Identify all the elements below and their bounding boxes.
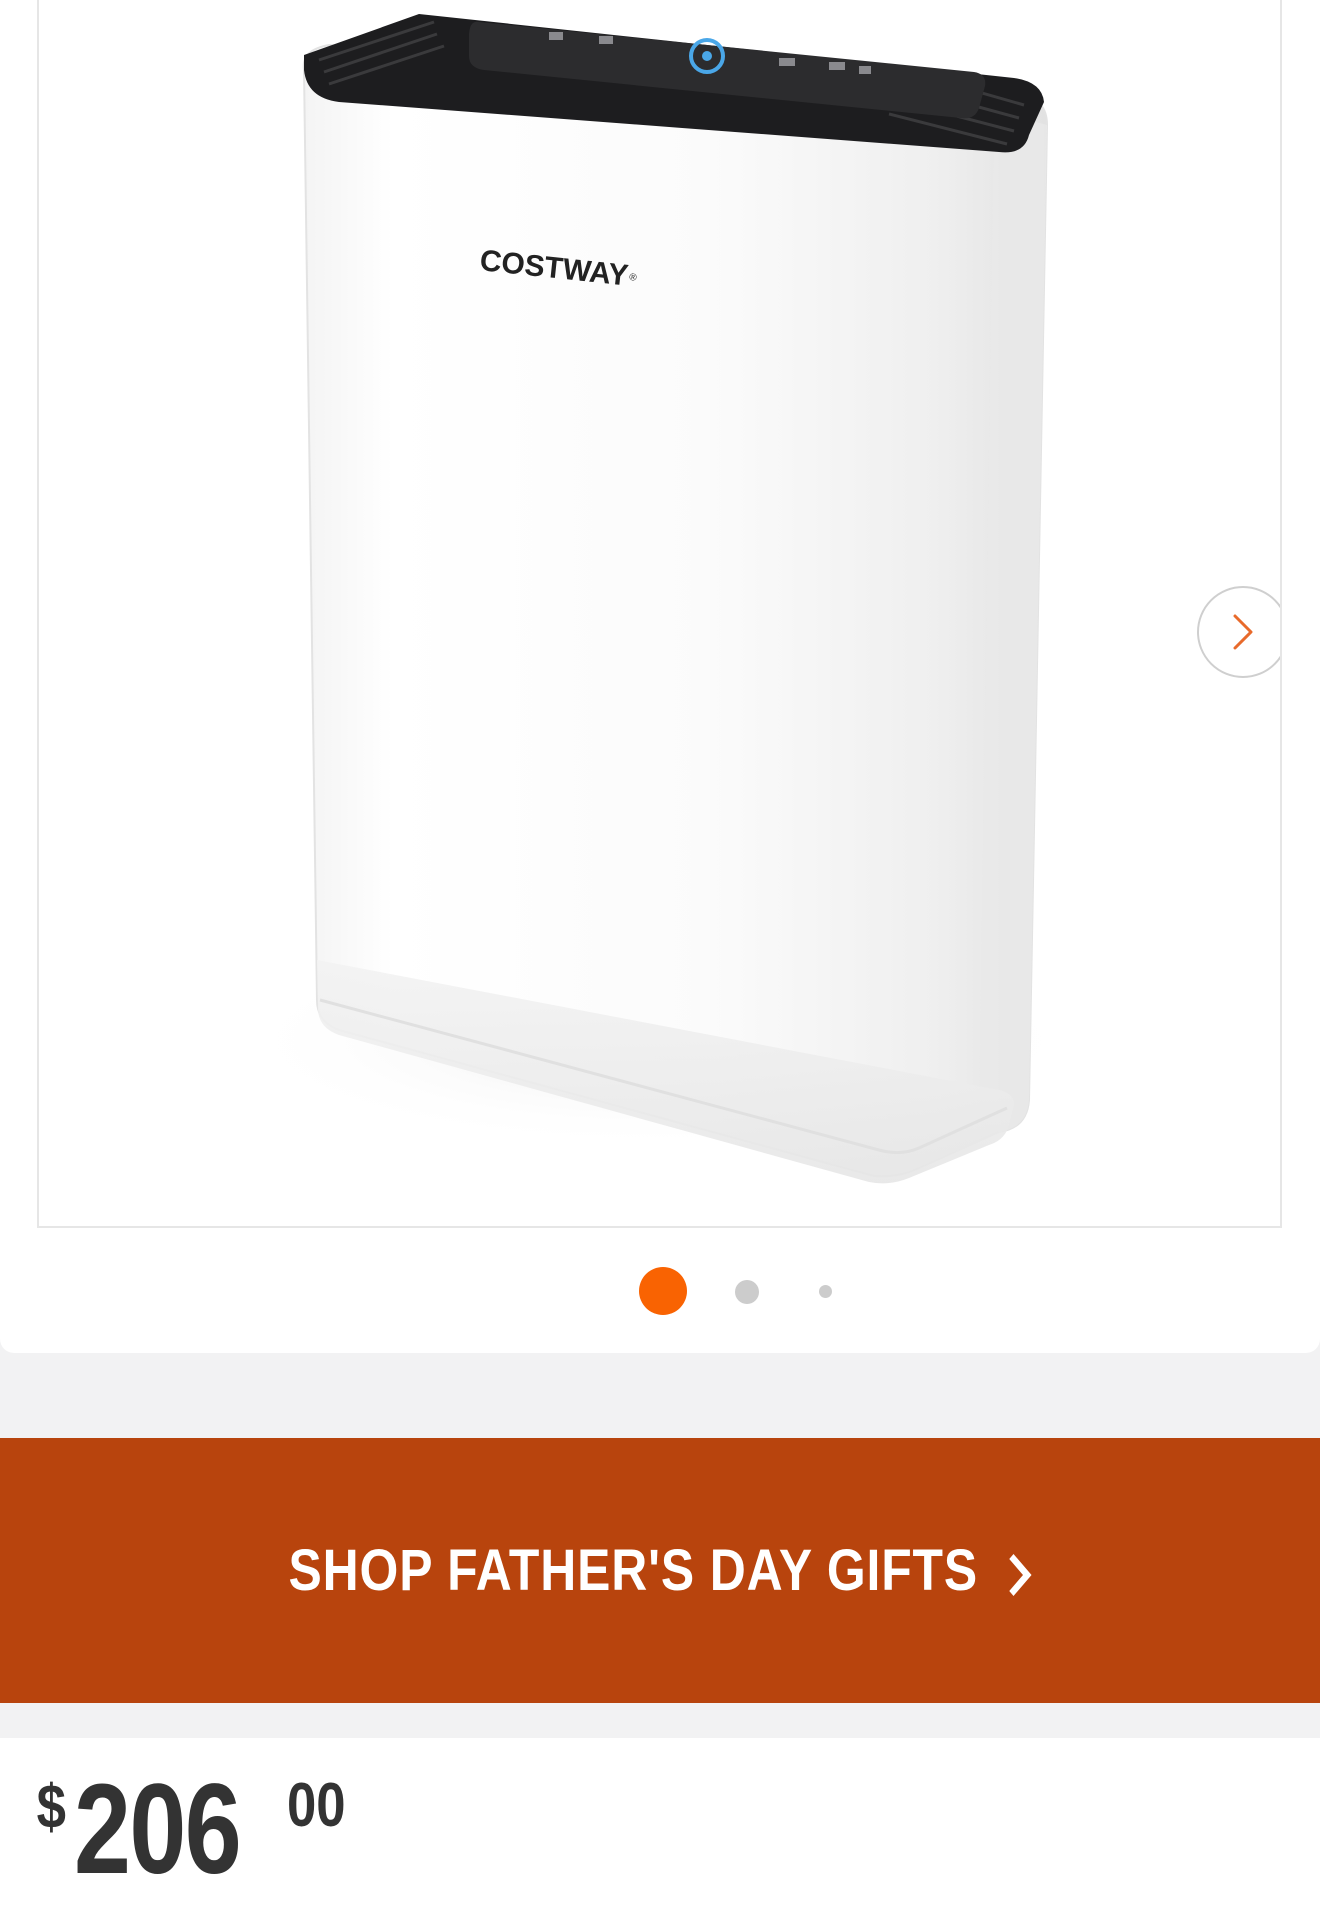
- product-page: COSTWAY ® SHOP FATHER'S DAY GIFTS $ 206 …: [0, 0, 1320, 1910]
- promo-label: SHOP FATHER'S DAY GIFTS: [288, 1537, 1032, 1604]
- pagination-dot[interactable]: [819, 1285, 832, 1298]
- promo-label-text: SHOP FATHER'S DAY GIFTS: [288, 1538, 978, 1603]
- product-image-frame[interactable]: COSTWAY ®: [37, 0, 1282, 1228]
- price-currency: $: [36, 1773, 66, 1842]
- chevron-right-icon: [1008, 1553, 1031, 1596]
- product-image: COSTWAY ®: [229, 14, 1089, 1184]
- pagination-dot-active[interactable]: [639, 1267, 687, 1315]
- price-section: $ 206 00: [0, 1738, 1320, 1910]
- pagination-dot[interactable]: [735, 1280, 759, 1304]
- chevron-right-icon: [1233, 614, 1253, 650]
- fathers-day-promo-banner[interactable]: SHOP FATHER'S DAY GIFTS: [0, 1438, 1320, 1703]
- product-image-gallery: COSTWAY ®: [0, 0, 1320, 1353]
- image-pagination: [0, 1267, 1320, 1317]
- next-image-button[interactable]: [1197, 586, 1280, 678]
- price-dollars: 206: [74, 1758, 242, 1901]
- price-cents: 00: [287, 1771, 346, 1840]
